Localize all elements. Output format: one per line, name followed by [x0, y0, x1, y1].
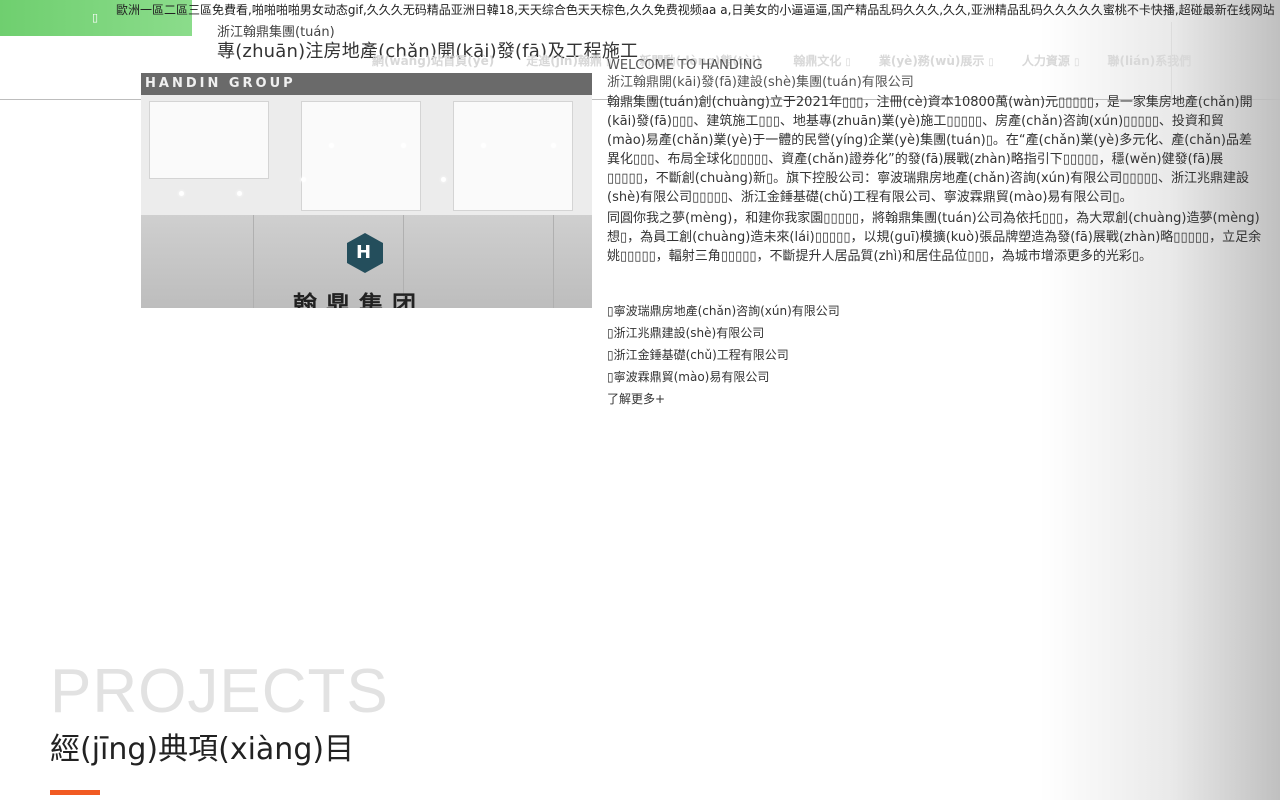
about-paragraph: 翰鼎集團(tuán)創(chuàng)立于2021年▯▯▯，注冊(cè)資本10…: [607, 95, 1253, 205]
box-glyph-icon: ▯: [92, 11, 99, 24]
about-welcome: WELCOME TO HANDING: [607, 58, 763, 73]
photo-brand-en: HANDIN GROUP: [145, 76, 296, 91]
subsidiary-item[interactable]: ▯寧波霖鼎貿(mào)易有限公司: [607, 366, 840, 388]
ceiling-light: [401, 143, 406, 148]
subsidiary-item[interactable]: ▯浙江金錘基礎(chǔ)工程有限公司: [607, 344, 840, 366]
ceiling-light: [329, 143, 334, 148]
about-paragraph: 同圓你我之夢(mèng)，和建你我家園▯▯▯▯▯，將翰鼎集團(tuán)公司為依…: [607, 211, 1262, 264]
wall-seam: [253, 215, 254, 308]
ceiling-panel: [453, 101, 573, 211]
ceiling-panel: [301, 101, 421, 211]
nav-item-about[interactable]: 走進(jìn)翰鼎 ▯: [526, 52, 611, 69]
top-link-strip[interactable]: 歐洲一區二區三區免費看,啪啪啪啪男女动态gif,久久久无码精品亚洲日韓18,天天…: [116, 3, 1276, 18]
projects-title-en: PROJECTS: [50, 657, 389, 726]
wall-seam: [553, 215, 554, 308]
ceiling-light: [179, 191, 184, 196]
subsidiary-list: ▯寧波瑞鼎房地產(chǎn)咨詢(xún)有限公司 ▯浙江兆鼎建設(shè)有限…: [607, 300, 840, 410]
ceiling-panel: [149, 101, 269, 179]
nav-item-home[interactable]: 網(wǎng)站首頁(yè): [372, 52, 498, 69]
about-company-name: 浙江翰鼎開(kāi)發(fā)建設(shè)集團(tuán)有限公司: [607, 75, 914, 90]
subsidiary-item[interactable]: ▯寧波瑞鼎房地產(chǎn)咨詢(xún)有限公司: [607, 300, 840, 322]
ceiling-light: [481, 143, 486, 148]
projects-accent-bar: [50, 790, 100, 795]
about-section: WELCOME TO HANDING 浙江翰鼎開(kāi)發(fā)建設(shè…: [607, 57, 1262, 266]
ceiling-light: [551, 143, 556, 148]
ceiling-light: [441, 177, 446, 182]
projects-title-zh: 經(jīng)典項(xiàng)目: [50, 732, 355, 767]
ceiling-light: [237, 191, 242, 196]
subsidiary-item[interactable]: ▯浙江兆鼎建設(shè)有限公司: [607, 322, 840, 344]
photo-wall-text: 翰鼎集团: [293, 290, 425, 308]
company-lobby-photo: HANDIN GROUP H 翰鼎集团: [141, 73, 592, 308]
ceiling-light: [301, 177, 306, 182]
learn-more-link[interactable]: 了解更多+: [607, 388, 840, 410]
